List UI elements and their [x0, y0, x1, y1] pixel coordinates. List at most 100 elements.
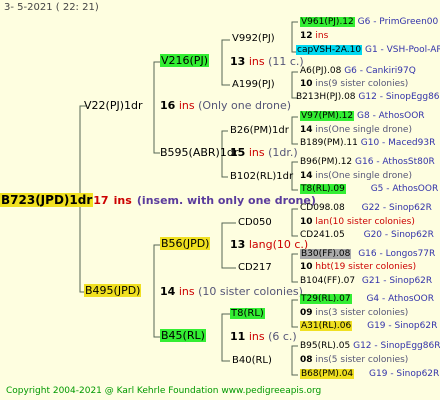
gen4-name-23: B68(PM).04 — [300, 369, 355, 379]
gen2-note-1: (1dr.) — [268, 146, 298, 159]
gen1-dam-label: B495(JPD) — [84, 284, 142, 297]
root-ins-label: ins — [113, 194, 132, 207]
gen4-row-13: 10 lan(10 sister colonies) — [300, 218, 415, 227]
gen4-ins-1: 12 — [300, 31, 313, 41]
gen4-ins-10: 14 — [300, 171, 313, 181]
gen4-name-12: CD098.08 — [300, 203, 345, 213]
gen3-name-4: CD050 — [238, 217, 272, 228]
gen4-row-15: B30(FF).08 G16 - Longos77R — [300, 249, 436, 259]
gen2-label-2: B56(JPD) — [160, 237, 211, 250]
gen2-ins-0: 13 ins (11 c.) — [230, 55, 304, 68]
gen2-ins-count-2: 13 — [230, 238, 246, 251]
gen4-meta-20: G19 - Sinop62R — [367, 321, 438, 331]
gen4-name-17: B104(FF).07 — [300, 276, 356, 286]
gen4-meta-14: G20 - Sinop62R — [363, 230, 434, 240]
gen4-row-4: 10 ins(9 sister colonies) — [300, 80, 408, 89]
gen1-dam-name: B495(JPD) — [84, 284, 142, 297]
gen3-name-6: T8(RL) — [230, 308, 265, 319]
gen4-row-11: T8(RL).09 G5 - AthosOOR — [300, 184, 439, 194]
gen1-dam-ins: 14 ins (10 sister colonies) — [160, 285, 303, 298]
gen4-name-14: CD241.05 — [300, 230, 345, 240]
gen4-name-2: capVSH-2A.10 — [296, 45, 363, 55]
gen4-row-21: B95(RL).05 G12 - SinopEgg86R — [300, 342, 440, 351]
gen4-row-18: T29(RL).07 G4 - AthosOOR — [300, 294, 434, 304]
gen3-name-5: CD217 — [238, 262, 272, 273]
gen4-note-7: ins(One single drone) — [315, 125, 412, 135]
gen4-row-0: V961(PJ).12 G6 - PrimGreen00 — [300, 17, 439, 27]
gen4-row-8: B189(PM).11 G10 - Maced93R — [300, 139, 435, 148]
gen4-name-0: V961(PJ).12 — [300, 17, 355, 27]
gen3-name-2: B26(PM)1dr — [230, 125, 289, 136]
gen4-meta-3: G6 - Cankiri97Q — [344, 66, 416, 76]
gen3-name-3: B102(RL)1dr — [230, 171, 294, 182]
gen4-note-13: lan(10 sister colonies) — [315, 217, 415, 227]
gen2-name-2: B56(JPD) — [160, 237, 211, 250]
gen4-ins-19: 09 — [300, 308, 313, 318]
gen2-label-0: V216(PJ) — [160, 54, 209, 67]
gen4-meta-18: G4 - AthosOOR — [366, 294, 434, 304]
gen4-meta-0: G6 - PrimGreen00 — [357, 17, 439, 27]
gen4-meta-15: G16 - Longos77R — [358, 249, 436, 259]
root-ins-count: 17 — [93, 194, 109, 207]
gen4-row-9: B96(PM).12 G16 - AthosSt80R — [300, 158, 435, 167]
gen1-sire-ins-count: 16 — [160, 99, 176, 112]
gen4-row-16: 10 hbt(19 sister colonies) — [300, 263, 416, 272]
gen2-name-1: B595(ABR)1dr — [160, 146, 239, 159]
root-queen: B723(JPD)1dr17 ins (insem. with only one… — [0, 191, 316, 207]
gen4-meta-17: G21 - Sinop62R — [361, 276, 433, 286]
gen4-meta-9: G16 - AthosSt80R — [355, 157, 435, 167]
gen4-row-2: capVSH-2A.10 G1 - VSH-Pool-AR — [296, 45, 440, 55]
gen4-note-19: ins(3 sister colonies) — [315, 308, 409, 318]
gen2-ins-count-0: 13 — [230, 55, 246, 68]
gen4-name-21: B95(RL).05 — [300, 341, 351, 351]
gen4-name-8: B189(PM).11 — [300, 138, 358, 148]
gen4-meta-5: G12 - SinopEgg86R — [358, 92, 440, 102]
gen4-note-1: ins — [315, 31, 329, 41]
gen4-note-10: ins(One single drone) — [315, 171, 412, 181]
gen4-name-3: A6(PJ).08 — [300, 66, 342, 76]
gen1-dam-note: (10 sister colonies) — [198, 285, 303, 298]
gen4-name-9: B96(PM).12 — [300, 157, 353, 167]
gen2-ins-1: 15 ins (1dr.) — [230, 146, 298, 159]
gen4-name-5: B213H(PJ).08 — [296, 92, 356, 102]
gen4-meta-2: G1 - VSH-Pool-AR — [364, 45, 440, 55]
gen4-meta-23: G19 - Sinop62R — [369, 369, 440, 379]
gen4-row-20: A31(RL).06 G19 - Sinop62R — [300, 321, 438, 331]
gen2-ins-count-1: 15 — [230, 146, 246, 159]
gen1-sire-note: (Only one drone) — [198, 99, 292, 112]
gen4-note-16: hbt(19 sister colonies) — [315, 262, 417, 272]
gen4-row-14: CD241.05 G20 - Sinop62R — [300, 231, 434, 240]
gen1-sire-ins: 16 ins (Only one drone) — [160, 99, 292, 112]
gen4-row-19: 09 ins(3 sister colonies) — [300, 309, 408, 318]
gen4-meta-11: G5 - AthosOOR — [370, 184, 439, 194]
gen4-ins-13: 10 — [300, 217, 313, 227]
gen4-meta-6: G8 - AthosOOR — [357, 111, 425, 121]
gen4-row-1: 12 ins — [300, 32, 328, 41]
gen4-row-10: 14 ins(One single drone) — [300, 172, 412, 181]
gen4-name-15: B30(FF).08 — [300, 249, 352, 259]
gen4-note-4: ins(9 sister colonies) — [315, 79, 409, 89]
gen2-note-0: (11 c.) — [268, 55, 304, 68]
gen4-row-7: 14 ins(One single drone) — [300, 126, 412, 135]
gen4-name-20: A31(RL).06 — [300, 321, 353, 331]
pedigree-frame: 3- 5-2021 ( 22: 21) B723(JPD)1dr17 ins (… — [0, 0, 440, 400]
gen4-note-22: ins(5 sister colonies) — [315, 355, 409, 365]
gen4-ins-7: 14 — [300, 125, 313, 135]
timestamp: 3- 5-2021 ( 22: 21) — [4, 2, 99, 13]
gen4-meta-12: G22 - Sinop62R — [361, 203, 432, 213]
gen4-meta-21: G12 - SinopEgg86R — [353, 341, 440, 351]
gen4-ins-22: 08 — [300, 355, 313, 365]
gen2-note-3: (6 c.) — [268, 330, 297, 343]
gen4-ins-4: 10 — [300, 79, 313, 89]
gen4-row-6: V97(PM).12 G8 - AthosOOR — [300, 111, 425, 121]
gen2-ins-3: 11 ins (6 c.) — [230, 330, 297, 343]
gen1-dam-ins-count: 14 — [160, 285, 176, 298]
gen2-ins-2: 13 lang(10 c.) — [230, 239, 308, 250]
gen3-name-0: V992(PJ) — [232, 33, 275, 44]
gen4-name-18: T29(RL).07 — [300, 294, 352, 304]
gen2-name-0: V216(PJ) — [160, 54, 209, 67]
gen1-sire-name: V22(PJ)1dr — [84, 99, 143, 112]
root-name: B723(JPD)1dr — [0, 193, 94, 207]
root-note: (insem. with only one drone) — [136, 194, 316, 207]
gen3-name-7: B40(RL) — [232, 355, 272, 366]
